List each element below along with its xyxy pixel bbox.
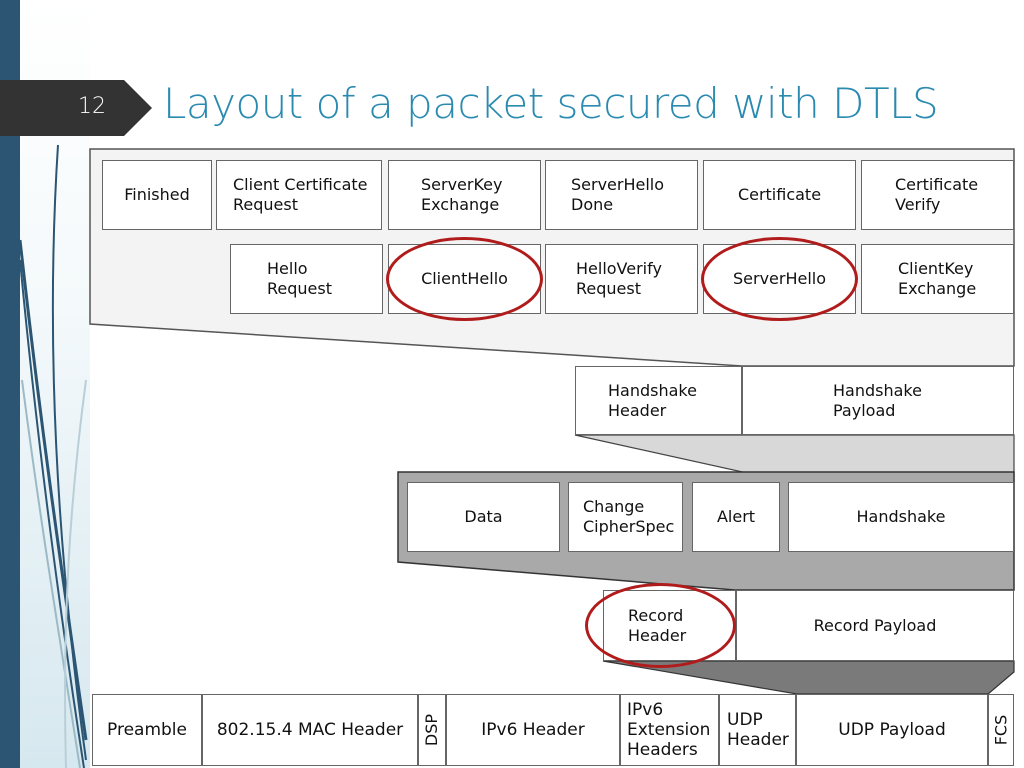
frame-field-label: 802.15.4 MAC Header xyxy=(216,720,404,740)
record-content-type-label: Data xyxy=(464,507,503,526)
frame-field-802-15-4-mac-header: 802.15.4 MAC Header xyxy=(202,694,418,766)
frame-field-label: UDP Payload xyxy=(838,720,946,740)
frame-field-udp-header: UDP Header xyxy=(719,694,796,766)
frame-field-preamble: Preamble xyxy=(92,694,202,766)
handshake-message-label: ServerHello Done xyxy=(571,175,665,214)
handshake-message-label: ClientKey Exchange xyxy=(898,259,977,298)
frame-field-ipv6-header: IPv6 Header xyxy=(446,694,620,766)
handshake-layer-field-label: Handshake Header xyxy=(608,380,697,420)
frame-field-dsp: DSP xyxy=(418,694,446,766)
handshake-message-label: Client Certificate Request xyxy=(233,175,368,214)
record-layer-field-label: Record Payload xyxy=(813,615,937,635)
record-content-type-label: Change CipherSpec xyxy=(583,497,675,536)
handshake-message-label: Certificate Verify xyxy=(895,175,979,214)
handshake-message-serverhello-done: ServerHello Done xyxy=(545,160,698,230)
frame-field-ipv6-extension-headers: IPv6 Extension Headers xyxy=(620,694,719,766)
record-layer-field-record-header: Record Header xyxy=(603,590,736,661)
record-content-type-label: Handshake xyxy=(856,507,946,526)
handshake-message-client-certificate-request: Client Certificate Request xyxy=(216,160,382,230)
record-layer-field-label: Record Header xyxy=(628,605,687,645)
record-content-type-label: Alert xyxy=(716,507,756,526)
handshake-message-label: Finished xyxy=(124,185,190,204)
handshake-layer-field-handshake-header: Handshake Header xyxy=(575,366,742,435)
handshake-message-label: Certificate xyxy=(737,185,822,204)
record-content-type-data: Data xyxy=(407,482,560,552)
handshake-message-finished: Finished xyxy=(102,160,212,230)
handshake-message-helloverify-request: HelloVerify Request xyxy=(545,244,698,314)
frame-field-label: UDP Header xyxy=(727,710,789,750)
record-content-type-handshake: Handshake xyxy=(788,482,1014,552)
handshake-message-hello-request: Hello Request xyxy=(230,244,383,314)
record-layer-field-record-payload: Record Payload xyxy=(736,590,1014,661)
record-content-type-alert: Alert xyxy=(692,482,780,552)
handshake-message-certificate: Certificate xyxy=(703,160,856,230)
record-to-udp-connector xyxy=(602,660,1015,695)
frame-field-fcs: FCS xyxy=(988,694,1014,766)
handshake-layer-field-handshake-payload: Handshake Payload xyxy=(742,366,1014,435)
handshake-message-label: ServerKey Exchange xyxy=(421,175,503,214)
handshake-message-label: Hello Request xyxy=(267,259,332,298)
frame-field-label: DSP xyxy=(422,713,441,747)
handshake-message-certificate-verify: Certificate Verify xyxy=(861,160,1014,230)
handshake-message-label: ClientHello xyxy=(421,269,508,288)
handshake-message-label: HelloVerify Request xyxy=(576,259,662,298)
frame-field-label: Preamble xyxy=(107,720,187,740)
frame-field-label: IPv6 Header xyxy=(481,720,585,740)
handshake-message-label: ServerHello xyxy=(732,269,827,288)
frame-field-udp-payload: UDP Payload xyxy=(796,694,988,766)
handshake-layer-field-label: Handshake Payload xyxy=(833,380,922,420)
handshake-message-clientkey-exchange: ClientKey Exchange xyxy=(861,244,1014,314)
record-content-type-change-cipherspec: Change CipherSpec xyxy=(568,482,683,552)
handshake-message-serverkey-exchange: ServerKey Exchange xyxy=(388,160,541,230)
frame-field-label: FCS xyxy=(991,714,1010,746)
handshake-message-serverhello: ServerHello xyxy=(703,244,856,314)
handshake-message-clienthello: ClientHello xyxy=(388,244,541,314)
frame-field-label: IPv6 Extension Headers xyxy=(627,700,711,760)
